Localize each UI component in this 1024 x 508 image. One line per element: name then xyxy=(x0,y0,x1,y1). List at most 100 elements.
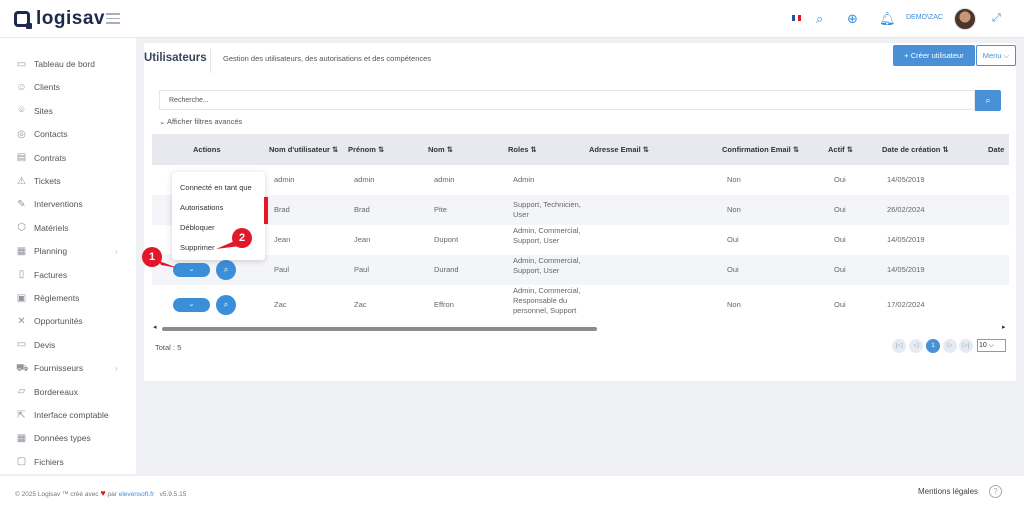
menu-button[interactable]: Menu ⌵ xyxy=(976,45,1016,66)
column-lastname[interactable]: Nom ⇅ xyxy=(428,134,453,165)
column-roles[interactable]: Roles ⇅ xyxy=(508,134,537,165)
tools-icon: ✕ xyxy=(17,315,26,327)
legal-link[interactable]: Mentions légales xyxy=(918,487,978,496)
cell-created: 14/05/2019 xyxy=(887,235,925,244)
version: v5.9.5.15 xyxy=(159,491,187,498)
search-input[interactable]: Recherche... xyxy=(159,90,975,110)
permissions-item[interactable]: Autorisations xyxy=(180,203,223,212)
sidebar-item-interventions[interactable]: ✎ Interventions xyxy=(0,194,136,214)
horizontal-scrollbar[interactable] xyxy=(159,326,1002,331)
sidebar-item-contrats[interactable]: ▤ Contrats xyxy=(0,148,136,168)
sidebar-item-label: Planning xyxy=(34,246,68,257)
sidebar-item-tickets[interactable]: ⚠ Tickets xyxy=(0,171,136,191)
add-circle-icon[interactable]: ⊕ xyxy=(847,11,858,27)
cell-username: Zac xyxy=(274,300,287,309)
column-username[interactable]: Nom d'utilisateur ⇅ xyxy=(269,134,339,165)
cell-firstname: Paul xyxy=(354,265,370,274)
page-1-button[interactable]: 1 xyxy=(926,339,940,353)
sidebar-item-tableau-de-bord[interactable]: ▭ Tableau de bord xyxy=(0,54,136,74)
sidebar-item-fichiers[interactable]: ▢ Fichiers xyxy=(0,452,136,472)
france-flag-icon[interactable] xyxy=(792,15,801,21)
cell-created: 17/02/2024 xyxy=(887,300,925,309)
sidebar-item-devis[interactable]: ▭ Devis xyxy=(0,335,136,355)
prev-page-button[interactable]: ◁ xyxy=(909,339,923,353)
column-firstname[interactable]: Prénom ⇅ xyxy=(348,134,384,165)
top-bar: logisav ⌕ ⊕ 🔔︎ DEMO\ZAC ⤢ xyxy=(0,0,1024,38)
scroll-right-arrow[interactable]: ▸ xyxy=(1002,323,1006,331)
column-date[interactable]: Date xyxy=(988,134,1004,165)
elevensoft-link[interactable]: elevensoft.fr xyxy=(119,491,154,498)
help-icon[interactable]: ? xyxy=(989,485,1002,498)
sidebar-item-sites[interactable]: ⌾ Sites xyxy=(0,101,136,121)
table-row[interactable]: Paul Paul Durand Admin, Commercial, Support… xyxy=(152,255,1009,285)
sidebar-item-clients[interactable]: ☺ Clients xyxy=(0,77,136,97)
table-row[interactable]: admin admin admin Admin Non Oui 14/05/2019 xyxy=(152,165,1009,195)
box-icon: ⬡ xyxy=(17,222,26,234)
scroll-left-arrow[interactable]: ◂ xyxy=(153,323,157,331)
table-row[interactable]: Brad Brad Pite Support, Technicien, User Non… xyxy=(152,195,1009,225)
unlock-item[interactable]: Débloquer xyxy=(180,223,215,232)
sidebar-item-label: Interface comptable xyxy=(34,410,109,420)
logo[interactable]: logisav xyxy=(14,8,105,30)
invoice-icon: ▯ xyxy=(18,269,25,281)
data-icon: ▦ xyxy=(16,432,27,444)
create-user-button[interactable]: + Créer utilisateur xyxy=(893,45,975,66)
cell-lastname: Dupont xyxy=(434,235,459,244)
quote-icon: ▭ xyxy=(16,339,27,351)
bell-icon[interactable]: 🔔︎ xyxy=(879,11,896,27)
sidebar-item-données-types[interactable]: ▦ Données types xyxy=(0,428,136,448)
chevron-right-icon: › xyxy=(115,363,118,373)
sidebar-item-label: Opportunités xyxy=(34,316,83,327)
avatar[interactable] xyxy=(954,8,976,30)
callout-2: 2 xyxy=(232,228,252,248)
sidebar-item-label: Contacts xyxy=(34,129,68,140)
row-view-button[interactable]: ⌕ xyxy=(216,295,236,315)
sidebar-item-règlements[interactable]: ▣ Règlements xyxy=(0,288,136,308)
logo-icon xyxy=(14,11,32,29)
cell-roles: Support, Technicien, User xyxy=(513,200,581,219)
cell-roles: Admin, Commercial, Support, User xyxy=(513,256,581,275)
user-label[interactable]: DEMO\ZAC xyxy=(906,14,943,21)
first-page-button[interactable]: |◁ xyxy=(892,339,906,353)
export-icon: ⇱ xyxy=(17,409,26,421)
slip-icon: ▱ xyxy=(17,386,26,398)
cell-username: admin xyxy=(274,175,295,184)
advanced-filters-toggle[interactable]: ⌄ Afficher filtres avancés xyxy=(159,117,242,126)
warning-icon: ⚠ xyxy=(17,175,26,187)
table-row[interactable]: Jean Jean Dupont Admin, Commercial, Support… xyxy=(152,225,1009,255)
sidebar-item-fournisseurs[interactable]: ⛟ Fournisseurs › xyxy=(0,358,136,378)
row-actions-button[interactable]: ⌄ xyxy=(173,298,210,312)
users-card: Utilisateurs Gestion des utilisateurs, d… xyxy=(144,43,1016,381)
sidebar-item-label: Bordereaux xyxy=(34,386,78,397)
last-page-button[interactable]: ▷| xyxy=(959,339,973,353)
delete-item[interactable]: Supprimer xyxy=(180,243,215,252)
search-button[interactable]: ⌕ xyxy=(975,90,1001,111)
sidebar-item-opportunités[interactable]: ✕ Opportunités xyxy=(0,311,136,331)
column-created[interactable]: Date de création ⇅ xyxy=(882,134,949,165)
contract-icon: ▤ xyxy=(16,152,27,164)
column-email[interactable]: Adresse Email ⇅ xyxy=(589,134,649,165)
sidebar-item-label: Clients xyxy=(34,82,60,93)
sidebar-item-contacts[interactable]: ◎ Contacts xyxy=(0,124,136,144)
table-row[interactable]: Zac Zac Effron Admin, Commercial, Responsab… xyxy=(152,285,1009,325)
login-as-item[interactable]: Connecté en tant que xyxy=(180,183,252,192)
search-icon[interactable]: ⌕ xyxy=(816,11,823,27)
contacts-icon: ◎ xyxy=(17,128,26,140)
row-actions-button[interactable]: ⌄ xyxy=(173,263,210,277)
page-size-select[interactable]: 10 ⌵ xyxy=(977,339,1006,352)
sidebar-item-interface-comptable[interactable]: ⇱ Interface comptable xyxy=(0,405,136,425)
scrollbar-thumb[interactable] xyxy=(162,327,597,331)
next-page-button[interactable]: ▷ xyxy=(943,339,957,353)
sidebar-item-planning[interactable]: ▦ Planning › xyxy=(0,241,136,261)
menu-toggle-icon[interactable] xyxy=(106,13,120,27)
column-active[interactable]: Actif ⇅ xyxy=(828,134,853,165)
column-email-confirmation[interactable]: Confirmation Email ⇅ xyxy=(722,134,799,165)
row-view-button[interactable]: ⌕ xyxy=(216,260,236,280)
expand-icon[interactable]: ⤢ xyxy=(992,12,1001,25)
cell-lastname: Durand xyxy=(434,265,459,274)
sidebar-item-label: Interventions xyxy=(34,199,83,210)
sidebar-item-factures[interactable]: ▯ Factures xyxy=(0,265,136,285)
sidebar-item-label: Fichiers xyxy=(34,456,64,467)
sidebar-item-matériels[interactable]: ⬡ Matériels xyxy=(0,218,136,238)
sidebar-item-bordereaux[interactable]: ▱ Bordereaux xyxy=(0,382,136,402)
